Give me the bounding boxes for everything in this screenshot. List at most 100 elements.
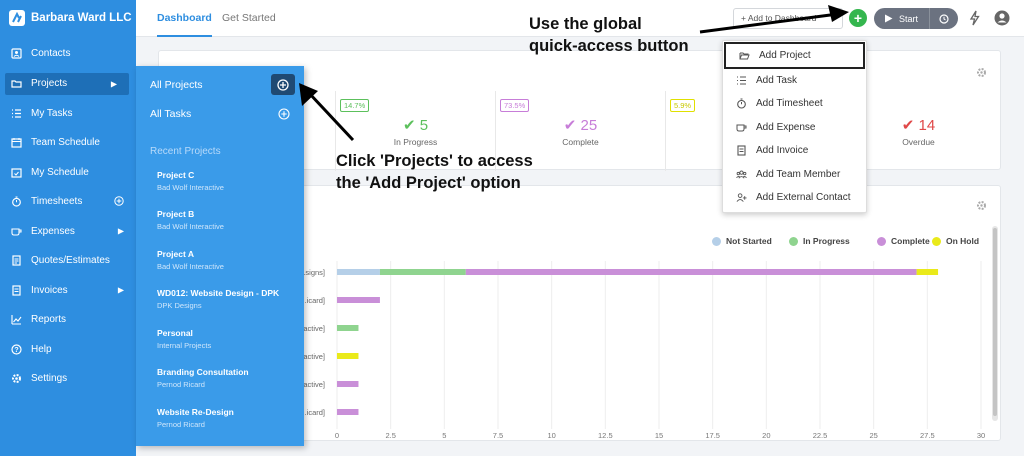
chart-scrollbar-thumb[interactable] [993, 228, 997, 416]
tab-get-started[interactable]: Get Started [222, 0, 276, 37]
tab-dashboard[interactable]: Dashboard [157, 0, 212, 37]
sidebar-item-projects[interactable]: Projects ▶ [5, 72, 129, 95]
sidebar-item-settings[interactable]: Settings [0, 364, 136, 394]
sidebar-item-label: Team Schedule [31, 137, 100, 149]
bar-segment[interactable] [337, 325, 359, 331]
add-task-menu-item[interactable]: Add Task [723, 69, 866, 92]
add-external-contact-menu-item[interactable]: Add External Contact [723, 186, 866, 209]
lightning-icon[interactable] [969, 10, 980, 29]
category-label: ...icard] [300, 296, 325, 305]
x-tick-label: 27.5 [920, 431, 935, 440]
sidebar-item-invoices[interactable]: Invoices ▶ [0, 276, 136, 306]
sidebar-item-reports[interactable]: Reports [0, 305, 136, 335]
stopwatch-icon [736, 98, 747, 109]
all-tasks-link[interactable]: All Tasks [150, 108, 191, 120]
recent-project-item[interactable]: Branding Consultation Pernod Ricard [157, 367, 249, 389]
sidebar-item-my-schedule[interactable]: My Schedule [0, 158, 136, 188]
sidebar-item-team-schedule[interactable]: Team Schedule [0, 128, 136, 158]
brand[interactable]: Barbara Ward LLC [0, 0, 136, 36]
cup-icon [11, 226, 22, 237]
annotation-line: Use the global [529, 15, 642, 33]
stat-value: ✔ 5 [336, 116, 495, 134]
chevron-right-icon: ▶ [117, 226, 124, 236]
chevron-right-icon: ▶ [117, 285, 124, 295]
sidebar-item-label: My Tasks [31, 107, 73, 119]
user-account-icon[interactable] [994, 10, 1010, 29]
sidebar-item-label: Projects [31, 78, 68, 89]
add-team-member-menu-item[interactable]: Add Team Member [723, 163, 866, 186]
project-client: Bad Wolf Interactive [157, 262, 224, 271]
bar-segment[interactable] [337, 409, 359, 415]
recent-project-item[interactable]: Personal Internal Projects [157, 328, 211, 350]
plus-icon: + [853, 10, 863, 26]
project-client: Pernod Ricard [157, 420, 205, 429]
bar-segment[interactable] [337, 269, 380, 275]
project-name: Personal [157, 328, 193, 338]
recent-project-item[interactable]: Website Re-Design Pernod Ricard [157, 407, 234, 429]
annotation-line: Click 'Projects' to access [336, 152, 533, 170]
add-invoice-menu-item[interactable]: Add Invoice [723, 139, 866, 162]
user-plus-icon [736, 192, 747, 203]
calendar-check-icon [11, 167, 22, 178]
menu-item-label: Add Task [756, 75, 797, 87]
contacts-icon [11, 48, 22, 59]
add-project-menu-item[interactable]: Add Project [724, 42, 865, 69]
start-label: Start [899, 13, 919, 24]
stat-badge: 5.9% [670, 99, 696, 112]
bar-segment[interactable] [337, 353, 359, 359]
project-client: Bad Wolf Interactive [157, 183, 224, 192]
recent-project-item[interactable]: Project C Bad Wolf Interactive [157, 170, 224, 192]
sidebar-item-label: Expenses [31, 225, 75, 237]
recent-project-item[interactable]: WD012: Website Design - DPK DPK Designs [157, 288, 279, 310]
add-circle-icon[interactable] [114, 196, 124, 208]
sidebar-item-quotes-estimates[interactable]: Quotes/Estimates [0, 246, 136, 276]
sidebar-item-help[interactable]: ? Help [0, 335, 136, 365]
card-settings-icon[interactable] [976, 67, 987, 81]
stat-label: Complete [562, 137, 599, 147]
sidebar-item-my-tasks[interactable]: My Tasks [0, 99, 136, 129]
x-tick-label: 20 [762, 431, 770, 440]
recent-project-item[interactable]: Project B Bad Wolf Interactive [157, 209, 224, 231]
projects-flyout-menu: All Projects All Tasks Recent Projects P… [136, 66, 304, 446]
bar-segment[interactable] [465, 269, 917, 275]
sidebar-item-timesheets[interactable]: Timesheets [0, 187, 136, 217]
x-tick-label: 30 [977, 431, 985, 440]
sidebar: Barbara Ward LLC Contacts Projects ▶ My … [0, 0, 136, 456]
sidebar-item-label: Help [31, 343, 52, 355]
stat-number: 25 [580, 117, 598, 134]
bar-segment[interactable] [337, 381, 359, 387]
chart-icon [11, 314, 22, 325]
clock-icon[interactable] [929, 8, 958, 29]
add-task-icon[interactable] [278, 108, 290, 123]
add-to-dashboard-button[interactable]: + Add to Dashboard [733, 8, 843, 29]
sidebar-item-contacts[interactable]: Contacts [0, 39, 136, 69]
menu-item-label: Add Invoice [756, 145, 809, 157]
annotation-line: quick-access button [529, 37, 689, 55]
add-circle-icon [277, 78, 289, 91]
project-name: Branding Consultation [157, 367, 249, 377]
add-expense-menu-item[interactable]: Add Expense [723, 116, 866, 139]
add-timesheet-menu-item[interactable]: Add Timesheet [723, 92, 866, 115]
bar-segment[interactable] [337, 297, 380, 303]
quick-add-dropdown: Add Project Add Task Add Timesheet Add E… [722, 40, 867, 213]
sidebar-item-label: Invoices [31, 284, 68, 296]
stat-badge: 73.5% [500, 99, 530, 112]
quick-add-button[interactable]: + [849, 9, 867, 27]
project-client: Bad Wolf Interactive [157, 222, 224, 231]
x-tick-label: 25 [869, 431, 877, 440]
annotation-global-button: Use the global quick-access button [529, 13, 689, 57]
project-client: Internal Projects [157, 341, 212, 350]
bar-segment[interactable] [379, 269, 466, 275]
sidebar-item-label: Timesheets [31, 196, 83, 208]
project-name: Project B [157, 209, 195, 219]
start-timer-button[interactable]: Start [874, 8, 958, 29]
all-projects-link[interactable]: All Projects [150, 79, 203, 91]
bar-segment[interactable] [916, 269, 939, 275]
x-tick-label: 22.5 [813, 431, 828, 440]
recent-project-item[interactable]: Project A Bad Wolf Interactive [157, 249, 224, 271]
add-project-button[interactable] [271, 74, 295, 95]
stat-label: In Progress [393, 137, 438, 147]
sidebar-item-label: Quotes/Estimates [31, 255, 110, 267]
list-icon [736, 75, 747, 86]
sidebar-item-expenses[interactable]: Expenses ▶ [0, 217, 136, 247]
